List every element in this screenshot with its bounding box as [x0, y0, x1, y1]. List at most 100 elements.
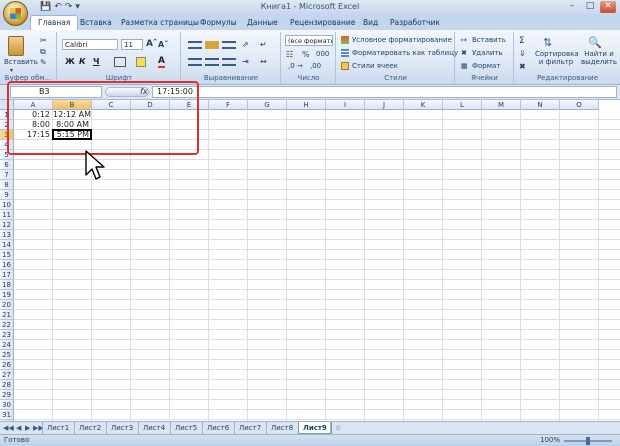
- first-sheet-icon[interactable]: ◀◀: [3, 424, 14, 432]
- find-select-button[interactable]: Найти и выделить: [579, 50, 619, 66]
- sheet-tab-2[interactable]: Лист2: [74, 422, 105, 434]
- tab-page-layout[interactable]: Разметка страницы: [121, 18, 199, 27]
- shrink-font-icon[interactable]: Aˇ: [158, 40, 168, 49]
- column-header-F[interactable]: F: [209, 100, 248, 110]
- row-header-22[interactable]: 22: [0, 320, 14, 330]
- row-header-6[interactable]: 6: [0, 160, 14, 170]
- increase-decimal-icon[interactable]: ,0 →: [288, 62, 303, 70]
- row-header-30[interactable]: 30: [0, 400, 14, 410]
- conditional-format-button[interactable]: Условное форматирование: [352, 36, 452, 44]
- sheet-tab-9[interactable]: Лист9: [298, 422, 332, 434]
- row-header-14[interactable]: 14: [0, 240, 14, 250]
- row-header-20[interactable]: 20: [0, 300, 14, 310]
- sheet-tab-6[interactable]: Лист6: [202, 422, 233, 434]
- cell-styles-button[interactable]: Стили ячеек: [352, 62, 398, 70]
- tab-data[interactable]: Данные: [247, 18, 278, 27]
- formula-input[interactable]: 17:15:00: [152, 86, 617, 98]
- maximize-icon[interactable]: □: [582, 1, 598, 13]
- office-button[interactable]: [3, 1, 28, 26]
- paste-dropdown-icon[interactable]: ▾: [10, 67, 13, 74]
- zoom-level[interactable]: 100%: [540, 436, 560, 444]
- align-bottom-icon[interactable]: [222, 41, 236, 49]
- autosum-icon[interactable]: Σ: [519, 36, 525, 46]
- column-header-H[interactable]: H: [287, 100, 326, 110]
- insert-cells-button[interactable]: Вставить: [472, 36, 506, 44]
- close-icon[interactable]: ✕: [600, 1, 616, 13]
- italic-button[interactable]: К: [79, 57, 86, 66]
- tab-formulas[interactable]: Формулы: [200, 18, 237, 27]
- row-header-23[interactable]: 23: [0, 330, 14, 340]
- row-header-27[interactable]: 27: [0, 370, 14, 380]
- copy-icon[interactable]: ⧉: [40, 47, 46, 57]
- align-top-icon[interactable]: [188, 41, 202, 49]
- cut-icon[interactable]: ✂: [40, 36, 47, 45]
- row-header-7[interactable]: 7: [0, 170, 14, 180]
- align-right-icon[interactable]: [222, 58, 236, 66]
- indent-icon[interactable]: ⇥: [242, 57, 249, 66]
- row-header-21[interactable]: 21: [0, 310, 14, 320]
- fill-color-icon[interactable]: [136, 57, 146, 67]
- column-header-M[interactable]: M: [482, 100, 521, 110]
- column-header-L[interactable]: L: [443, 100, 482, 110]
- row-header-8[interactable]: 8: [0, 180, 14, 190]
- font-size-select[interactable]: 11: [121, 39, 143, 50]
- format-as-table-button[interactable]: Форматировать как таблицу: [352, 49, 458, 57]
- row-header-16[interactable]: 16: [0, 260, 14, 270]
- sheet-tab-7[interactable]: Лист7: [234, 422, 265, 434]
- bold-button[interactable]: Ж: [65, 57, 75, 66]
- row-header-18[interactable]: 18: [0, 280, 14, 290]
- row-header-11[interactable]: 11: [0, 210, 14, 220]
- row-header-19[interactable]: 19: [0, 290, 14, 300]
- tab-insert[interactable]: Вставка: [80, 18, 112, 27]
- row-header-15[interactable]: 15: [0, 250, 14, 260]
- row-header-9[interactable]: 9: [0, 190, 14, 200]
- thousands-button[interactable]: 000: [316, 50, 329, 58]
- decrease-decimal-icon[interactable]: ,00: [310, 62, 321, 70]
- orientation-icon[interactable]: ⇗: [242, 40, 249, 49]
- column-header-N[interactable]: N: [521, 100, 560, 110]
- sort-filter-button[interactable]: Сортировка и фильтр: [535, 50, 579, 66]
- format-cells-button[interactable]: Формат: [472, 62, 500, 70]
- row-header-13[interactable]: 13: [0, 230, 14, 240]
- row-header-17[interactable]: 17: [0, 270, 14, 280]
- row-header-31[interactable]: 31: [0, 410, 14, 420]
- align-center-icon[interactable]: [205, 58, 219, 66]
- sheet-tab-8[interactable]: Лист8: [266, 422, 297, 434]
- paste-button[interactable]: Вставить: [4, 58, 38, 66]
- delete-cells-button[interactable]: Удалить: [472, 49, 503, 57]
- insert-sheet-icon[interactable]: ☆: [330, 422, 345, 434]
- column-header-O[interactable]: O: [560, 100, 599, 110]
- sheet-tab-3[interactable]: Лист3: [106, 422, 137, 434]
- column-header-G[interactable]: G: [248, 100, 287, 110]
- percent-button[interactable]: %: [302, 50, 310, 59]
- tab-home[interactable]: Главная: [30, 15, 79, 30]
- borders-icon[interactable]: [114, 57, 126, 67]
- number-format-select[interactable]: (все форматы): [285, 35, 333, 46]
- tab-review[interactable]: Рецензирование: [290, 18, 355, 27]
- row-header-29[interactable]: 29: [0, 390, 14, 400]
- currency-icon[interactable]: ☷: [286, 50, 293, 59]
- column-header-K[interactable]: K: [404, 100, 443, 110]
- tab-developer[interactable]: Разработчик: [390, 18, 440, 27]
- fill-icon[interactable]: ⇓: [519, 49, 526, 58]
- clear-icon[interactable]: ✖: [519, 62, 526, 71]
- row-header-28[interactable]: 28: [0, 380, 14, 390]
- minimize-icon[interactable]: –: [564, 1, 580, 13]
- font-color-icon[interactable]: A: [158, 56, 165, 68]
- row-header-12[interactable]: 12: [0, 220, 14, 230]
- row-header-25[interactable]: 25: [0, 350, 14, 360]
- paste-icon[interactable]: [8, 36, 24, 56]
- zoom-slider-handle[interactable]: [586, 437, 590, 445]
- column-header-J[interactable]: J: [365, 100, 404, 110]
- sheet-tab-5[interactable]: Лист5: [170, 422, 201, 434]
- sheet-tab-4[interactable]: Лист4: [138, 422, 169, 434]
- row-header-26[interactable]: 26: [0, 360, 14, 370]
- merge-cells-icon[interactable]: ↔: [260, 57, 267, 66]
- underline-button[interactable]: Ч: [93, 57, 99, 66]
- tab-view[interactable]: Вид: [363, 18, 378, 27]
- next-sheet-icon[interactable]: ▶: [25, 424, 30, 432]
- column-header-I[interactable]: I: [326, 100, 365, 110]
- sheet-tab-1[interactable]: Лист1: [42, 422, 73, 434]
- font-name-select[interactable]: Calibri: [62, 39, 118, 50]
- row-header-24[interactable]: 24: [0, 340, 14, 350]
